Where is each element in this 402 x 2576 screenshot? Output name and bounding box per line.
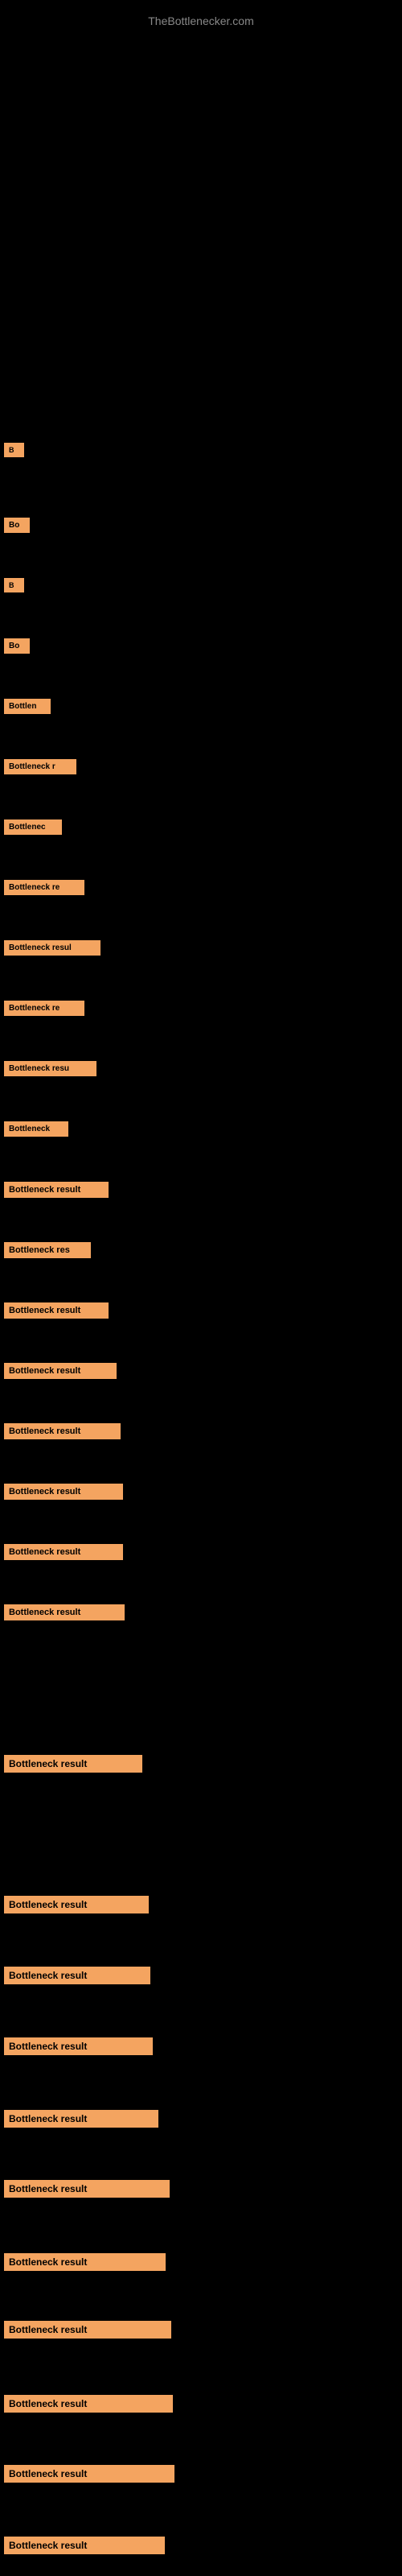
- bottleneck-bar-container-27: Bottleneck result: [0, 2251, 166, 2277]
- bottleneck-result-bar-22: Bottleneck result: [4, 1896, 149, 1913]
- bottleneck-bar-container-8: Bottleneck re: [0, 877, 84, 902]
- bottleneck-bar-container-20: Bottleneck result: [0, 1602, 125, 1627]
- bottleneck-bar-container-13: Bottleneck result: [0, 1179, 109, 1204]
- bottleneck-result-bar-16: Bottleneck result: [4, 1363, 117, 1379]
- bottleneck-bar-container-17: Bottleneck result: [0, 1421, 121, 1446]
- bottleneck-bar-container-1: B: [0, 440, 24, 464]
- bottleneck-result-bar-4: Bo: [4, 638, 30, 654]
- bottleneck-bar-container-18: Bottleneck result: [0, 1481, 123, 1506]
- bottleneck-result-bar-3: B: [4, 578, 24, 592]
- bottleneck-result-bar-19: Bottleneck result: [4, 1544, 123, 1560]
- bottleneck-result-bar-13: Bottleneck result: [4, 1182, 109, 1198]
- bottleneck-bar-container-10: Bottleneck re: [0, 998, 84, 1022]
- bottleneck-result-bar-18: Bottleneck result: [4, 1484, 123, 1500]
- bottleneck-result-bar-10: Bottleneck re: [4, 1001, 84, 1016]
- bottleneck-bar-container-16: Bottleneck result: [0, 1360, 117, 1385]
- bottleneck-bar-container-30: Bottleneck result: [0, 2462, 174, 2489]
- bottleneck-result-bar-2: Bo: [4, 518, 30, 533]
- bottleneck-bar-container-31: Bottleneck result: [0, 2534, 165, 2561]
- bottleneck-result-bar-9: Bottleneck resul: [4, 940, 100, 956]
- bottleneck-result-bar-28: Bottleneck result: [4, 2321, 171, 2339]
- bottleneck-result-bar-15: Bottleneck result: [4, 1302, 109, 1319]
- bottleneck-bar-container-3: B: [0, 576, 24, 599]
- bottleneck-bar-container-23: Bottleneck result: [0, 1964, 150, 1991]
- bottleneck-bar-container-21: Bottleneck result: [0, 1752, 142, 1779]
- bottleneck-result-bar-23: Bottleneck result: [4, 1967, 150, 1984]
- bottleneck-bar-container-4: Bo: [0, 636, 30, 660]
- bottleneck-bar-container-9: Bottleneck resul: [0, 938, 100, 962]
- bottleneck-result-bar-8: Bottleneck re: [4, 880, 84, 895]
- bottleneck-result-bar-29: Bottleneck result: [4, 2395, 173, 2413]
- bottleneck-bar-container-15: Bottleneck result: [0, 1300, 109, 1325]
- bottleneck-bar-container-24: Bottleneck result: [0, 2035, 153, 2062]
- bottleneck-result-bar-11: Bottleneck resu: [4, 1061, 96, 1076]
- bottleneck-result-bar-27: Bottleneck result: [4, 2253, 166, 2271]
- bottleneck-result-bar-12: Bottleneck: [4, 1121, 68, 1137]
- bottleneck-bar-container-2: Bo: [0, 515, 30, 539]
- bottleneck-result-bar-21: Bottleneck result: [4, 1755, 142, 1773]
- bottleneck-result-bar-7: Bottlenec: [4, 819, 62, 835]
- bottleneck-result-bar-31: Bottleneck result: [4, 2537, 165, 2554]
- bottleneck-bar-container-25: Bottleneck result: [0, 2107, 158, 2134]
- bottleneck-bar-container-26: Bottleneck result: [0, 2178, 170, 2204]
- bottleneck-result-bar-5: Bottlen: [4, 699, 51, 714]
- bottleneck-bar-container-7: Bottlenec: [0, 817, 62, 841]
- bottleneck-bar-container-5: Bottlen: [0, 696, 51, 720]
- bottleneck-bar-container-11: Bottleneck resu: [0, 1059, 96, 1083]
- bottleneck-bar-container-22: Bottleneck result: [0, 1893, 149, 1920]
- bottleneck-bar-container-19: Bottleneck result: [0, 1542, 123, 1567]
- bottleneck-result-bar-26: Bottleneck result: [4, 2180, 170, 2198]
- bottleneck-bar-container-6: Bottleneck r: [0, 757, 76, 781]
- bottleneck-bar-container-14: Bottleneck res: [0, 1240, 91, 1265]
- bottleneck-result-bar-25: Bottleneck result: [4, 2110, 158, 2128]
- site-title: TheBottlenecker.com: [148, 6, 254, 31]
- bottleneck-result-bar-30: Bottleneck result: [4, 2465, 174, 2483]
- bottleneck-result-bar-24: Bottleneck result: [4, 2037, 153, 2055]
- bottleneck-result-bar-14: Bottleneck res: [4, 1242, 91, 1258]
- bottleneck-bar-container-29: Bottleneck result: [0, 2392, 173, 2419]
- bottleneck-bar-container-12: Bottleneck: [0, 1119, 68, 1143]
- bottleneck-bar-container-28: Bottleneck result: [0, 2318, 171, 2345]
- bottleneck-result-bar-6: Bottleneck r: [4, 759, 76, 774]
- bottleneck-result-bar-20: Bottleneck result: [4, 1604, 125, 1620]
- bottleneck-result-bar-1: B: [4, 443, 24, 457]
- bottleneck-result-bar-17: Bottleneck result: [4, 1423, 121, 1439]
